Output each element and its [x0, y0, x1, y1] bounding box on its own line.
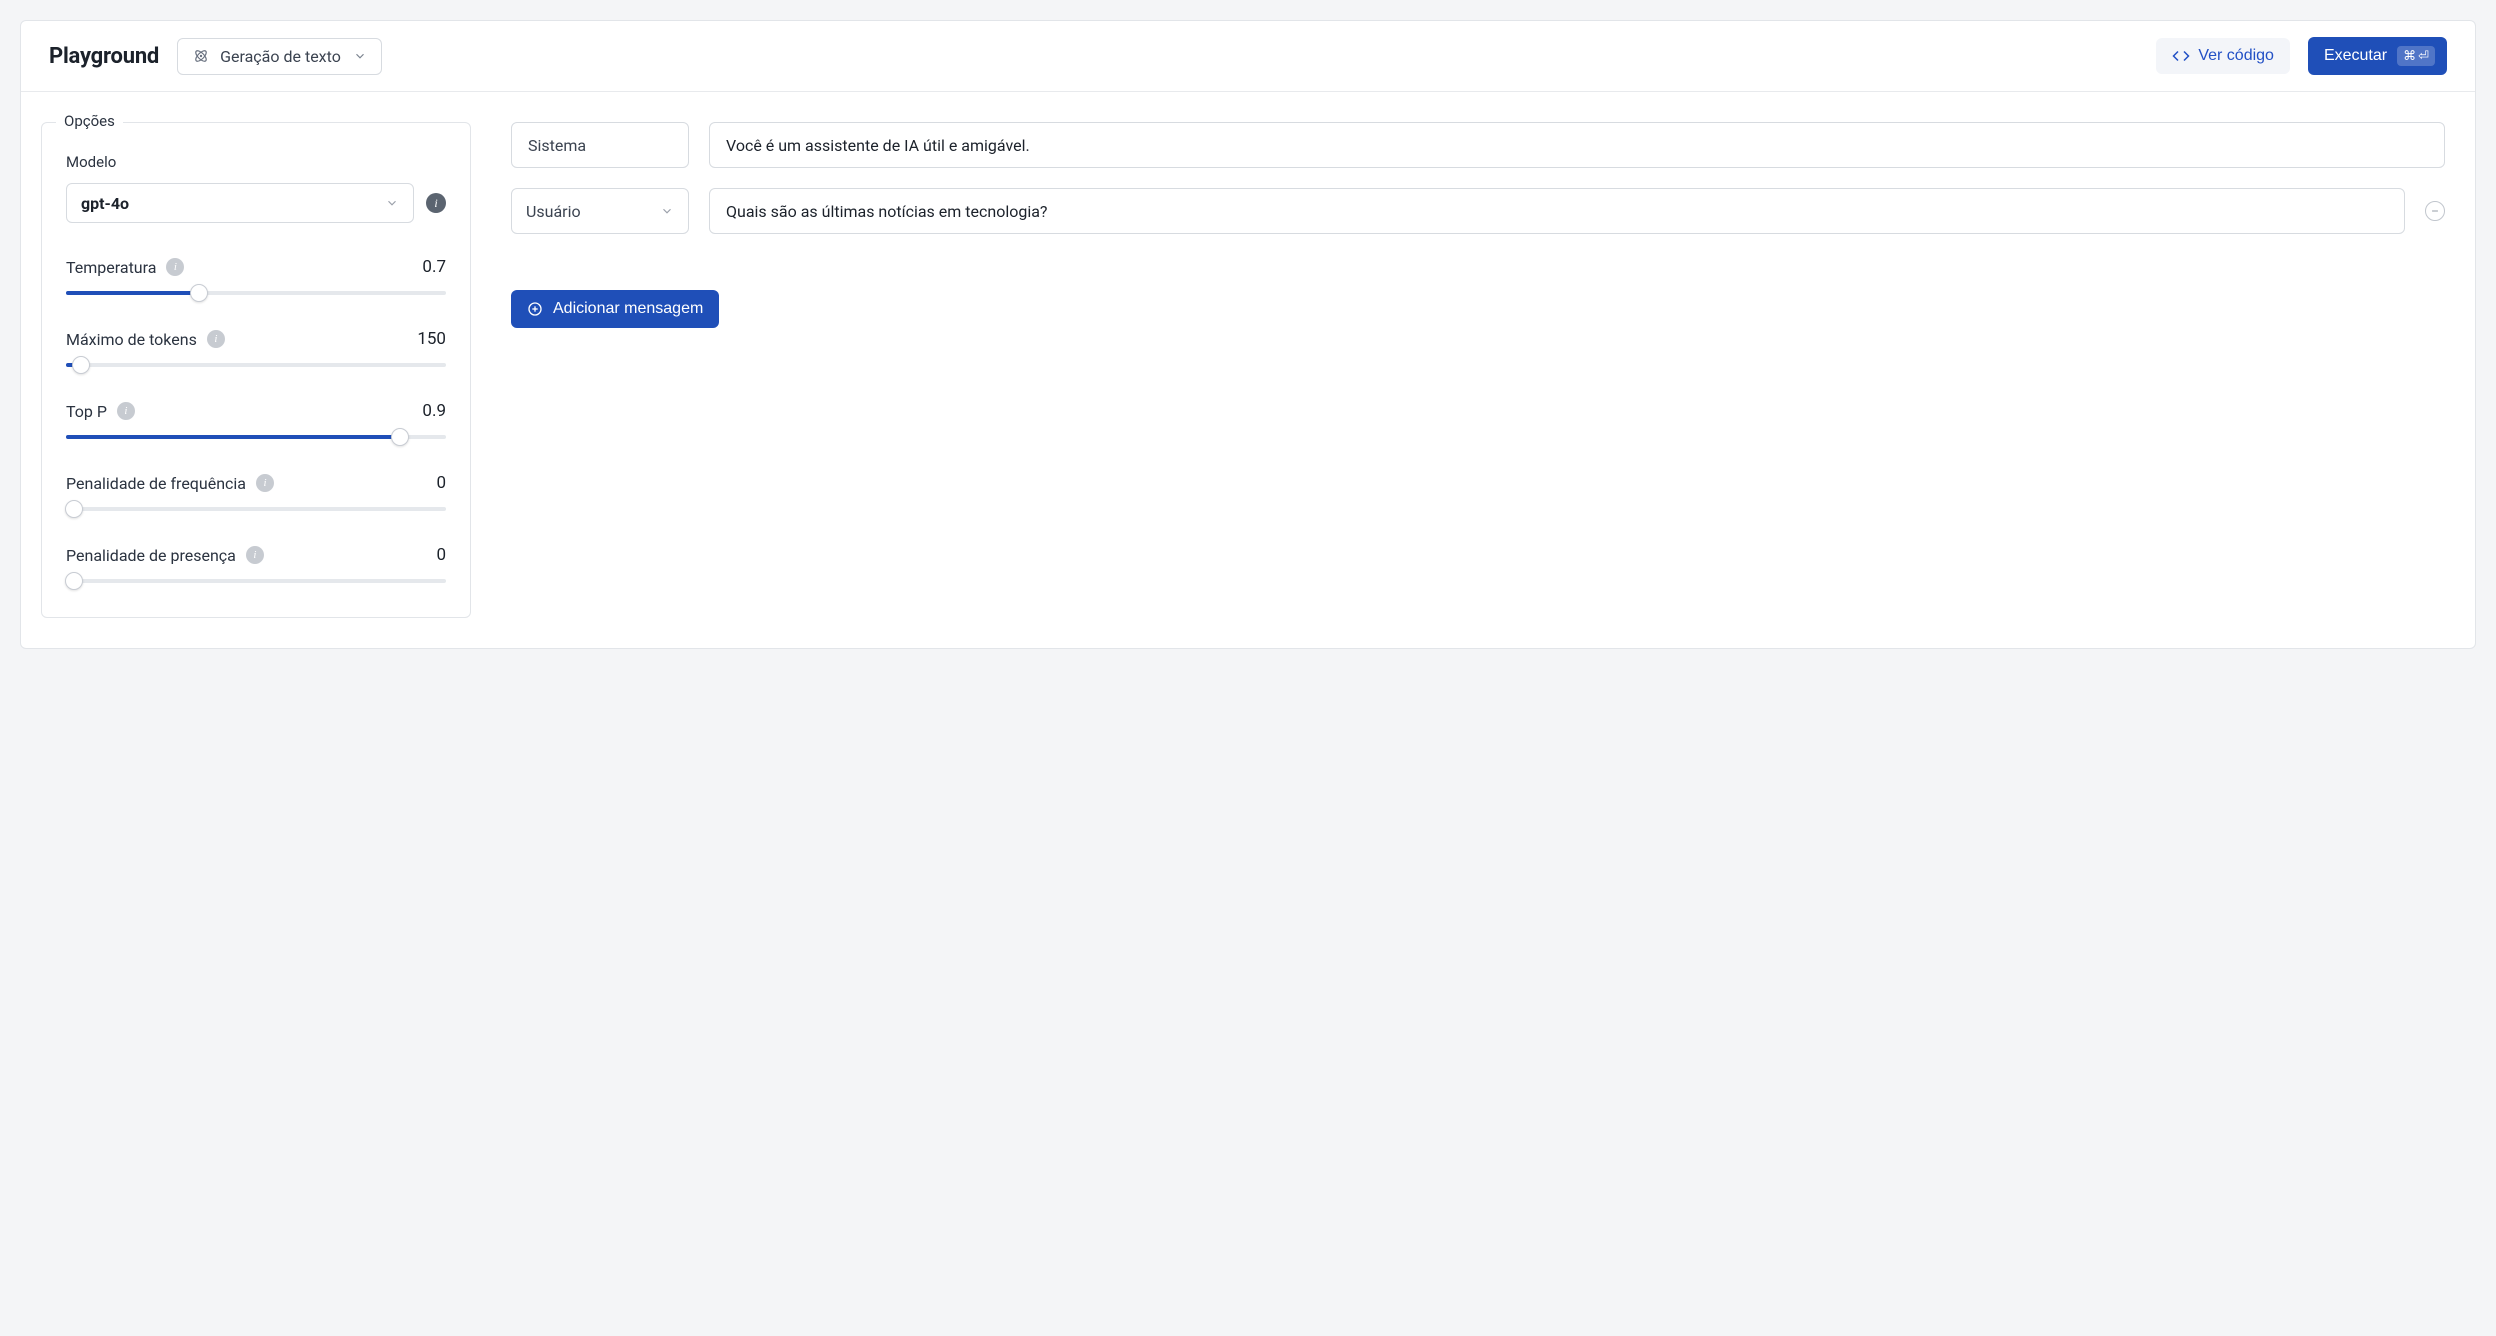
chevron-down-icon [353, 49, 367, 63]
slider-label: Temperatura i [66, 258, 184, 277]
mode-select[interactable]: Geração de texto [177, 38, 382, 75]
info-icon[interactable]: i [117, 402, 135, 420]
enter-icon: ⏎ [2418, 48, 2429, 64]
code-icon [2172, 47, 2190, 65]
slider[interactable] [66, 291, 446, 295]
add-message-label: Adicionar mensagem [553, 300, 703, 318]
slider-thumb[interactable] [391, 428, 409, 446]
run-shortcut-badge: ⌘ ⏎ [2397, 46, 2435, 66]
message-row: Sistema Você é um assistente de IA útil e… [511, 122, 2445, 168]
slider-value: 0 [436, 545, 446, 565]
role-text: Usuário [526, 202, 581, 221]
slider-block: Penalidade de frequência i 0 [66, 473, 446, 511]
slider-label-text: Temperatura [66, 258, 156, 277]
options-panel: Opções Modelo gpt-4o i Temperaturai0.7Má… [41, 122, 471, 618]
slider-thumb[interactable] [65, 500, 83, 518]
slider[interactable] [66, 363, 446, 367]
model-select[interactable]: gpt-4o [66, 183, 414, 223]
slider[interactable] [66, 435, 446, 439]
slider-label: Máximo de tokens i [66, 330, 225, 349]
slider-value: 0.9 [422, 401, 446, 421]
slider-label: Penalidade de presença i [66, 546, 264, 565]
mode-select-label: Geração de texto [220, 47, 341, 66]
messages-area: Sistema Você é um assistente de IA útil e… [511, 122, 2445, 328]
role-label: Sistema [511, 122, 689, 168]
message-content: Quais são as últimas notícias em tecnolo… [726, 202, 1047, 221]
slider-thumb[interactable] [65, 572, 83, 590]
slider[interactable] [66, 507, 446, 511]
view-code-button[interactable]: Ver código [2156, 38, 2290, 74]
view-code-label: Ver código [2198, 47, 2274, 65]
model-value: gpt-4o [81, 194, 129, 213]
slider-block: Top P i 0.9 [66, 401, 446, 439]
message-row: Usuário Quais são as últimas notícias em … [511, 188, 2445, 234]
slider-label-text: Top P [66, 402, 107, 421]
info-icon[interactable]: i [426, 193, 446, 213]
slider-thumb[interactable] [190, 284, 208, 302]
remove-message-button[interactable] [2425, 201, 2445, 221]
info-icon[interactable]: i [207, 330, 225, 348]
slider-label-text: Penalidade de frequência [66, 474, 246, 493]
page-title: Playground [49, 44, 159, 69]
slider-label: Penalidade de frequência i [66, 474, 274, 493]
slider-value: 150 [417, 329, 446, 349]
message-content: Você é um assistente de IA útil e amigáv… [726, 136, 1030, 155]
slider-value: 0.7 [422, 257, 446, 277]
message-input[interactable]: Quais são as últimas notícias em tecnolo… [709, 188, 2405, 234]
message-input[interactable]: Você é um assistente de IA útil e amigáv… [709, 122, 2445, 168]
role-text: Sistema [528, 136, 586, 155]
info-icon[interactable]: i [166, 258, 184, 276]
run-label: Executar [2324, 47, 2387, 65]
atom-icon [192, 47, 210, 65]
slider-block: Temperatura i 0.7 [66, 257, 446, 295]
run-button[interactable]: Executar ⌘ ⏎ [2308, 37, 2447, 75]
role-select[interactable]: Usuário [511, 188, 689, 234]
playground-panel: Playground Geração de texto Ver código [20, 20, 2476, 649]
slider-value: 0 [436, 473, 446, 493]
slider-label: Top P i [66, 402, 135, 421]
topbar: Playground Geração de texto Ver código [21, 21, 2475, 92]
chevron-down-icon [385, 196, 399, 210]
slider-label-text: Penalidade de presença [66, 546, 236, 565]
slider-block: Penalidade de presença i 0 [66, 545, 446, 583]
slider[interactable] [66, 579, 446, 583]
cmd-icon: ⌘ [2403, 48, 2416, 64]
slider-thumb[interactable] [72, 356, 90, 374]
info-icon[interactable]: i [246, 546, 264, 564]
chevron-down-icon [660, 204, 674, 218]
plus-circle-icon [527, 301, 543, 317]
model-field: Modelo gpt-4o i [66, 153, 446, 223]
slider-block: Máximo de tokens i 150 [66, 329, 446, 367]
slider-label-text: Máximo de tokens [66, 330, 197, 349]
model-label: Modelo [66, 153, 446, 171]
content: Opções Modelo gpt-4o i Temperatura i 0.7 Má… [21, 92, 2475, 648]
add-message-button[interactable]: Adicionar mensagem [511, 290, 719, 328]
options-legend: Opções [56, 112, 123, 130]
info-icon[interactable]: i [256, 474, 274, 492]
